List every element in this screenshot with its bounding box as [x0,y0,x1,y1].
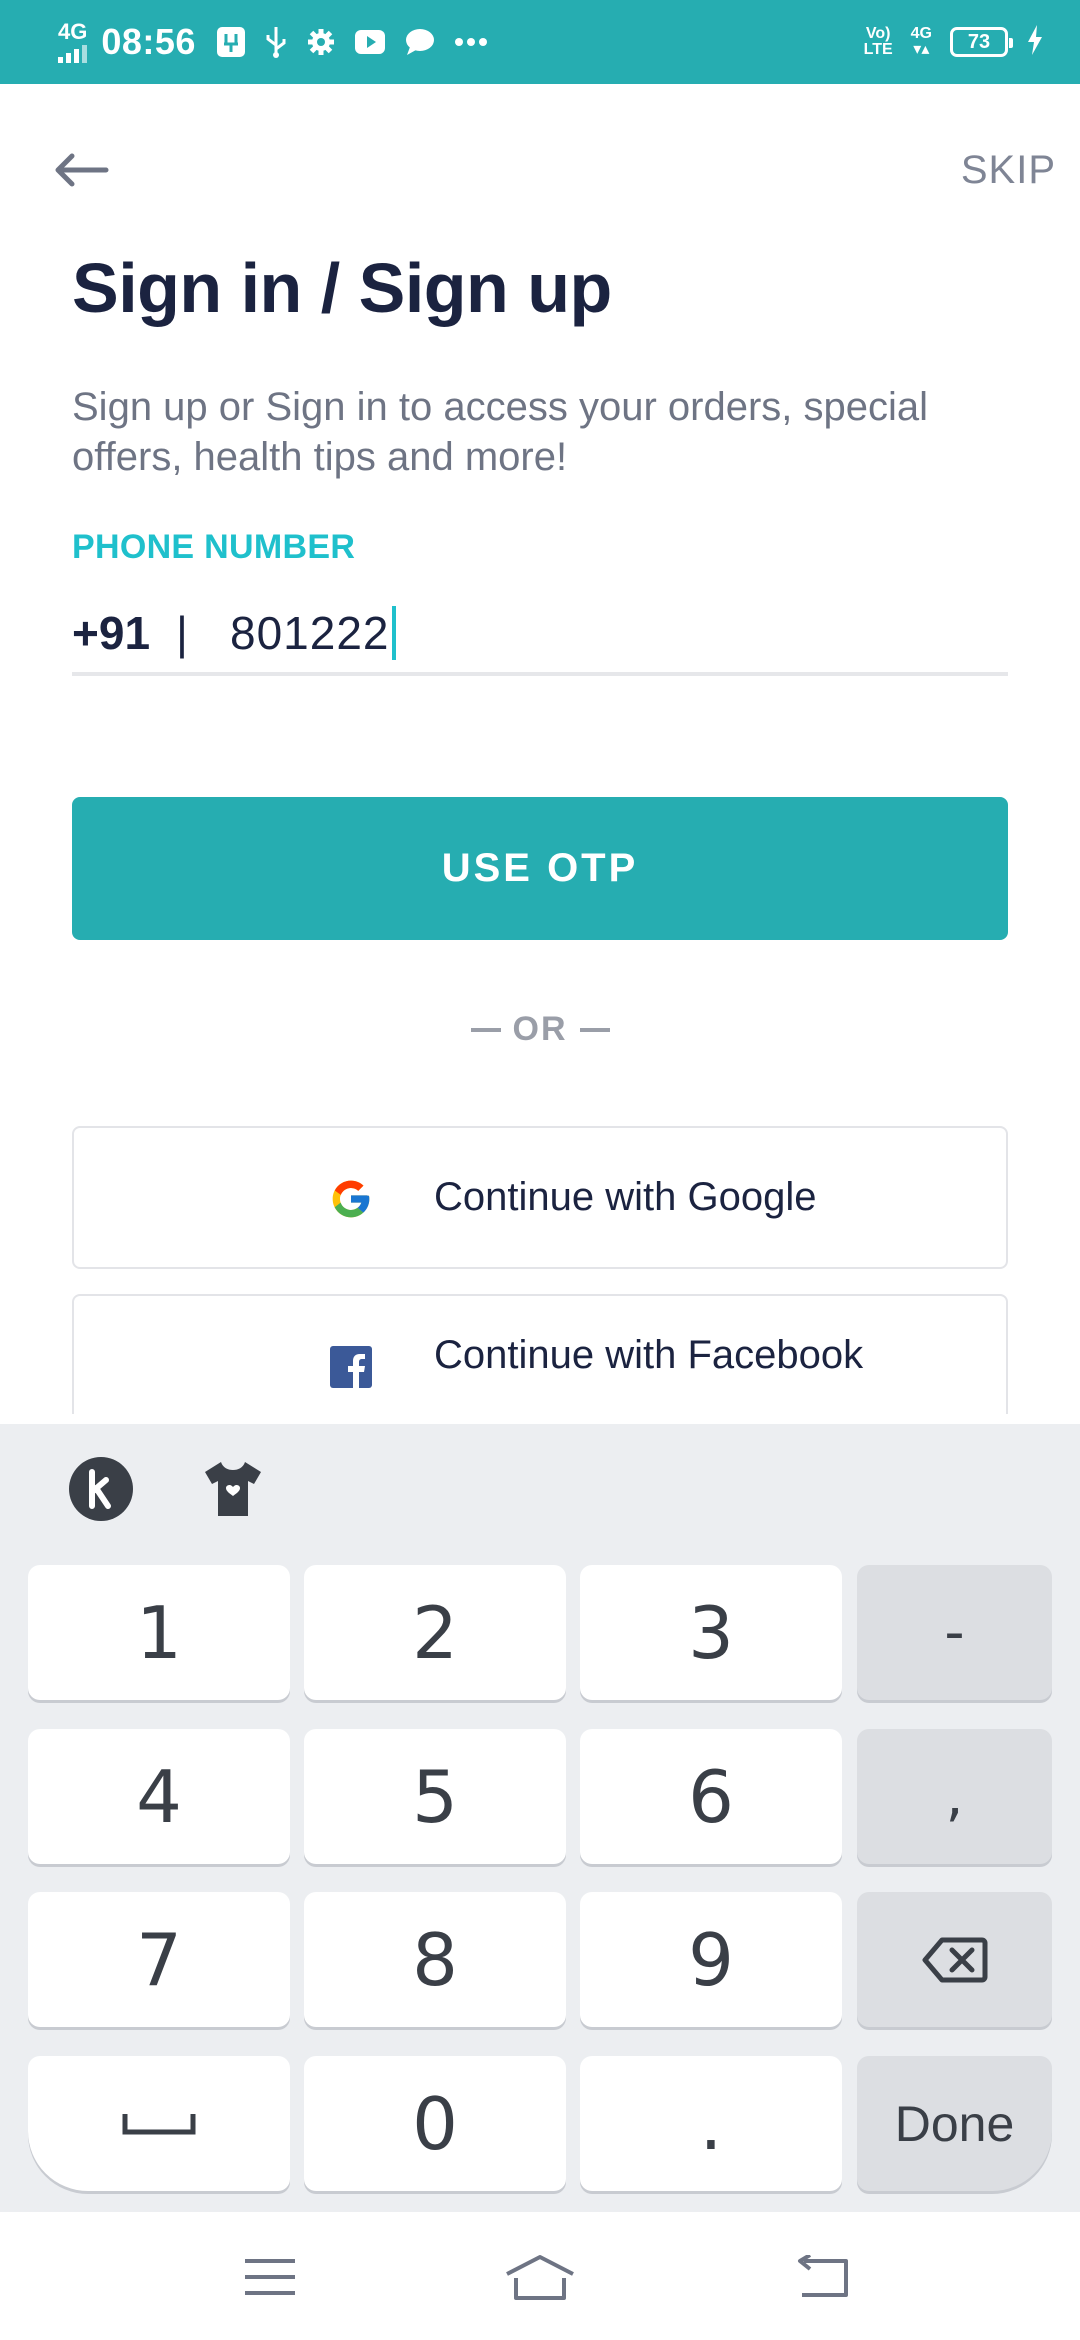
theme-shirt-icon[interactable] [198,1454,268,1524]
menu-icon [245,2259,295,2295]
status-right: Vo) LTE 4G ▾▴ 73 [864,0,1044,84]
system-nav-bar [0,2212,1080,2340]
text-cursor [392,606,397,660]
back-arrow-icon [55,153,109,187]
or-text: OR [512,1010,568,1048]
status-left: 4G 08:56 [58,0,506,84]
use-otp-button[interactable]: USE OTP [72,797,1008,940]
numeric-keyboard: 1 2 3 - 4 5 6 , 7 8 9 0 . Done [0,1424,1080,2212]
nav-back-button[interactable] [782,2242,862,2312]
key-7[interactable]: 7 [28,1892,290,2027]
backspace-icon [922,1937,987,1982]
page-subtitle: Sign up or Sign in to access your orders… [72,385,928,479]
home-button[interactable] [500,2242,580,2312]
facebook-button-label: Continue with Facebook [434,1332,864,1377]
country-code-separator: | [176,607,188,659]
youtube-icon [354,29,386,55]
key-2[interactable]: 2 [304,1565,566,1700]
continue-with-facebook-button[interactable]: Continue with Facebook [72,1294,1008,1414]
menu-button[interactable] [230,2242,310,2312]
key-8[interactable]: 8 [304,1892,566,2027]
key-1[interactable]: 1 [28,1565,290,1700]
volte-indicator: Vo) LTE [863,25,893,58]
usb-debug-icon [216,26,246,58]
phone-number-field[interactable]: +91 | 801222 [72,588,1008,678]
done-key[interactable]: Done [857,2056,1052,2191]
right-network-type: 4G [910,25,932,42]
space-key[interactable] [28,2056,290,2191]
back-icon [798,2255,848,2297]
status-time: 08:56 [101,21,196,62]
network-type: 4G [58,19,88,44]
charging-bolt-icon [1026,24,1044,61]
phone-number-label: PHONE NUMBER [72,528,356,566]
google-button-label: Continue with Google [434,1175,817,1219]
page-title: Sign in / Sign up [72,249,612,327]
battery-level: 73 [967,30,991,53]
usb-icon [264,25,288,59]
battery-icon: 73 [950,27,1013,57]
facebook-icon [326,1342,376,1392]
settings-gear-icon [306,27,336,57]
key-6[interactable]: 6 [580,1729,842,1864]
or-divider: OR [0,1010,1080,1049]
backspace-key[interactable] [857,1892,1052,2027]
home-icon [506,2255,574,2300]
or-line-left [470,1027,501,1032]
phone-number-input[interactable]: 801222 [230,606,390,660]
country-code[interactable]: +91 [72,606,150,660]
key-9[interactable]: 9 [580,1892,842,2027]
key-0[interactable]: 0 [304,2056,566,2191]
signal-bars-icon [58,45,87,63]
key-comma[interactable]: , [857,1729,1052,1864]
key-5[interactable]: 5 [304,1729,566,1864]
chat-bubble-icon [404,27,436,57]
skip-button[interactable]: SKIP [961,140,1056,200]
key-4[interactable]: 4 [28,1729,290,1864]
more-notifications-icon [454,37,488,47]
or-line-right [579,1027,610,1032]
signal-indicator: 4G [58,21,87,63]
key-3[interactable]: 3 [580,1565,842,1700]
google-icon [326,1174,376,1224]
space-icon [122,2113,196,2134]
back-button[interactable] [50,140,120,200]
mobile-data-indicator: 4G ▾▴ [910,25,932,58]
key-dash[interactable]: - [857,1565,1052,1700]
continue-with-google-button[interactable]: Continue with Google [72,1126,1008,1269]
key-dot[interactable]: . [580,2056,842,2191]
kika-keyboard-icon[interactable] [66,1454,136,1524]
status-bar: 4G 08:56 Vo) LTE 4G ▾▴ 73 [0,0,1080,84]
phone-field-underline [72,672,1008,676]
